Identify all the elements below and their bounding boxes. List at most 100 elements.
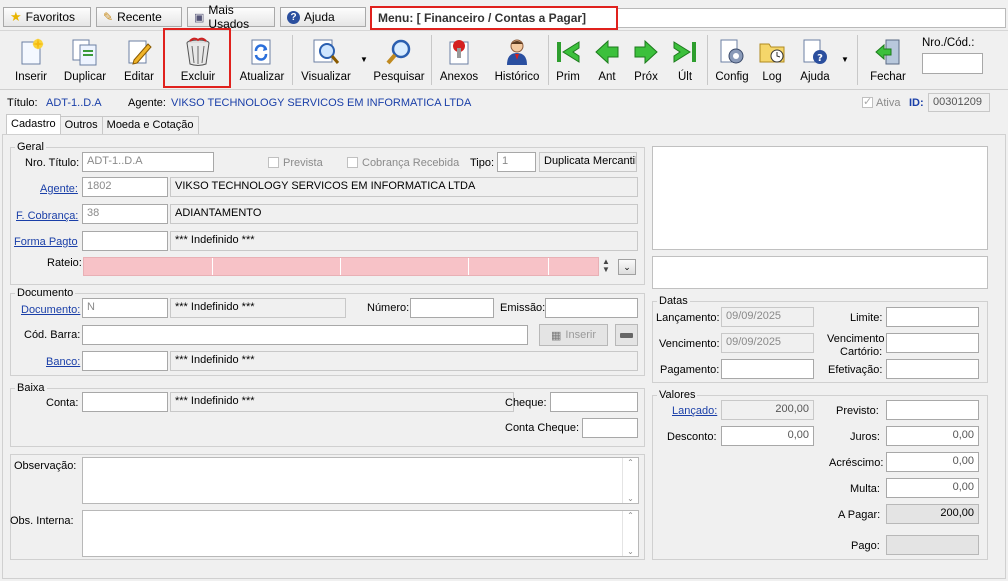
- preview-icon: [311, 37, 341, 67]
- barcode-icon: ▦: [551, 329, 562, 342]
- inserir-barcode-button[interactable]: ▦ Inserir: [539, 324, 608, 346]
- notes-icon: ✎: [103, 10, 114, 24]
- ajuda-dropdown-arrow-icon[interactable]: ▼: [841, 55, 849, 64]
- efetivacao-input[interactable]: [886, 359, 979, 379]
- nro-titulo-input[interactable]: ADT-1..D.A: [82, 152, 214, 172]
- check-icon: ✓: [863, 96, 873, 108]
- forma-pagto-link[interactable]: Forma Pagto: [14, 236, 78, 248]
- a-pagar-label: A Pagar:: [838, 509, 881, 521]
- user-history-icon: [502, 37, 532, 67]
- mais-usados-button[interactable]: ▣ Mais Usados: [187, 3, 275, 31]
- help-icon: ?: [287, 10, 300, 24]
- previous-record-icon: [592, 37, 622, 67]
- lancamento-input[interactable]: 09/09/2025: [721, 307, 814, 327]
- menu-path-field-extension: [618, 8, 1006, 28]
- acrescimo-input[interactable]: 0,00: [886, 452, 979, 472]
- ajuda-button[interactable]: ? Ajuda: [796, 33, 834, 87]
- rateio-cell-divider: [468, 258, 469, 275]
- juros-input[interactable]: 0,00: [886, 426, 979, 446]
- vencimento-cartorio-label-1: Vencimento: [827, 333, 885, 345]
- conta-code-input[interactable]: [82, 392, 168, 412]
- pagamento-input[interactable]: [721, 359, 814, 379]
- cheque-label: Cheque:: [505, 397, 547, 409]
- banco-code-input[interactable]: [82, 351, 168, 371]
- fcobranca-code-input[interactable]: 38: [82, 204, 168, 224]
- rateio-grid[interactable]: [83, 257, 599, 276]
- duplicar-button[interactable]: Duplicar: [62, 33, 108, 87]
- documento-link[interactable]: Documento:: [21, 304, 80, 316]
- agente-code-input[interactable]: 1802: [82, 177, 168, 197]
- top-bar: ★ Favoritos ✎ Recente ▣ Mais Usados ? Aj…: [0, 0, 1008, 31]
- ativa-checkbox[interactable]: ✓: [862, 96, 873, 108]
- limite-input[interactable]: [886, 307, 979, 327]
- recente-button[interactable]: ✎ Recente: [96, 7, 182, 27]
- menu-path-field: Menu: [ Financeiro / Contas a Pagar]: [370, 6, 618, 30]
- rateio-dropdown-icon[interactable]: ⌄: [618, 259, 636, 275]
- observacao-scrollbar[interactable]: ⌃ ⌄: [622, 458, 638, 503]
- fechar-button[interactable]: Fechar: [868, 33, 908, 87]
- historico-button[interactable]: Histórico: [492, 33, 542, 87]
- ajuda-top-button[interactable]: ? Ajuda: [280, 7, 366, 27]
- documento-code-input[interactable]: N: [82, 298, 168, 318]
- observacao-textarea[interactable]: ⌃ ⌄: [82, 457, 639, 504]
- agente-header-value: VIKSO TECHNOLOGY SERVICOS EM INFORMATICA…: [171, 97, 472, 109]
- vencimento-cartorio-input[interactable]: [886, 333, 979, 353]
- barcode-reader-button[interactable]: [615, 324, 638, 346]
- visualizar-dropdown-arrow-icon[interactable]: ▼: [360, 55, 368, 64]
- agente-link[interactable]: Agente:: [40, 183, 78, 195]
- tab-moeda-cotacao[interactable]: Moeda e Cotação: [101, 116, 199, 134]
- anexos-button[interactable]: Anexos: [438, 33, 480, 87]
- favoritos-button[interactable]: ★ Favoritos: [3, 7, 91, 27]
- conta-label: Conta:: [46, 397, 79, 409]
- id-label: ID:: [909, 97, 924, 109]
- emissao-input[interactable]: [545, 298, 638, 318]
- tab-bar: Cadastro Outros Moeda e Cotação: [6, 114, 199, 134]
- fcobranca-link[interactable]: F. Cobrança:: [16, 210, 78, 222]
- conta-cheque-input[interactable]: [582, 418, 638, 438]
- pesquisar-button[interactable]: Pesquisar: [372, 33, 426, 87]
- tipo-code-input[interactable]: 1: [497, 152, 536, 172]
- lancado-link[interactable]: Lançado:: [672, 405, 717, 417]
- previsto-input[interactable]: [886, 400, 979, 420]
- multa-input[interactable]: 0,00: [886, 478, 979, 498]
- agente-name: VIKSO TECHNOLOGY SERVICOS EM INFORMATICA…: [170, 177, 638, 197]
- fcobranca-desc: ADIANTAMENTO: [170, 204, 638, 224]
- vencimento-label: Vencimento:: [659, 338, 720, 350]
- prox-button[interactable]: Próx: [630, 33, 662, 87]
- inserir-button[interactable]: Inserir: [10, 33, 52, 87]
- tab-cadastro[interactable]: Cadastro: [6, 114, 61, 134]
- image-preview-panel: [652, 146, 988, 250]
- conta-desc: *** Indefinido ***: [170, 392, 514, 412]
- tab-outros[interactable]: Outros: [59, 116, 103, 134]
- prevista-checkbox[interactable]: [268, 157, 279, 168]
- rateio-cell-divider: [212, 258, 213, 275]
- cobranca-recebida-checkbox[interactable]: [347, 157, 358, 168]
- multa-label: Multa:: [850, 483, 880, 495]
- atualizar-button[interactable]: Atualizar: [238, 33, 286, 87]
- cod-barra-input[interactable]: [82, 325, 528, 345]
- nro-cod-input[interactable]: [922, 53, 983, 74]
- lancado-input[interactable]: 200,00: [721, 400, 814, 420]
- rateio-spin-icon[interactable]: ▲ ▼: [602, 258, 610, 274]
- geral-title: Geral: [15, 141, 46, 153]
- obs-interna-textarea[interactable]: ⌃ ⌄: [82, 510, 639, 557]
- banco-desc: *** Indefinido ***: [170, 351, 638, 371]
- toolbar-separator: [857, 35, 858, 85]
- banco-link[interactable]: Banco:: [46, 356, 80, 368]
- ant-button[interactable]: Ant: [592, 33, 622, 87]
- ult-button[interactable]: Últ: [670, 33, 700, 87]
- forma-pagto-code-input[interactable]: [82, 231, 168, 251]
- vencimento-input[interactable]: 09/09/2025: [721, 333, 814, 353]
- log-button[interactable]: Log: [756, 33, 788, 87]
- desconto-input[interactable]: 0,00: [721, 426, 814, 446]
- help-document-icon: ?: [800, 37, 830, 67]
- cheque-input[interactable]: [550, 392, 638, 412]
- prim-button[interactable]: Prim: [552, 33, 584, 87]
- pago-label: Pago:: [851, 540, 880, 552]
- editar-button[interactable]: Editar: [118, 33, 160, 87]
- obs-interna-scrollbar[interactable]: ⌃ ⌄: [622, 511, 638, 556]
- datas-title: Datas: [657, 295, 690, 307]
- numero-input[interactable]: [410, 298, 494, 318]
- visualizar-button[interactable]: Visualizar: [300, 33, 352, 87]
- config-button[interactable]: Config: [713, 33, 751, 87]
